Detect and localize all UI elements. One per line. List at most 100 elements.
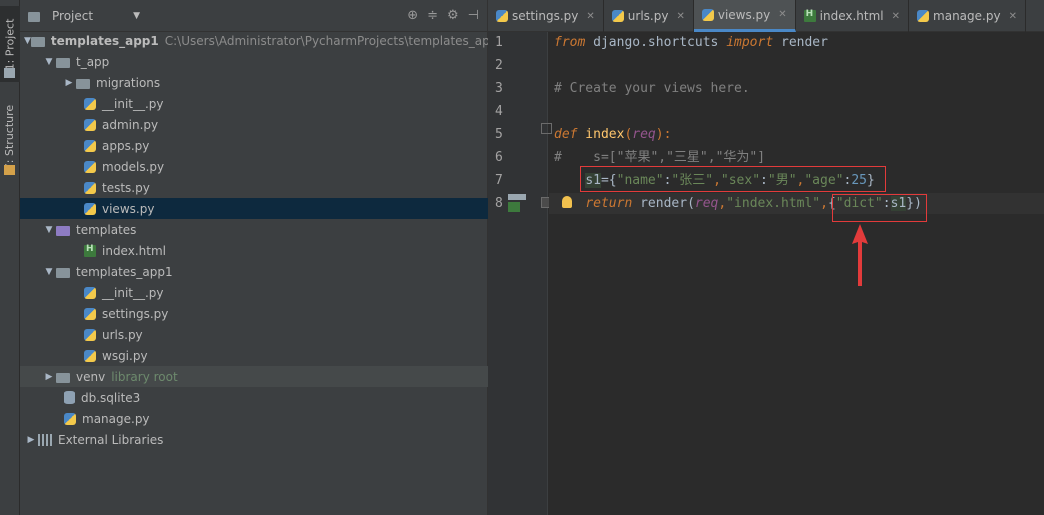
close-icon[interactable]: ✕ [586, 11, 594, 22]
chevron-down-icon[interactable]: ▼ [133, 11, 140, 21]
python-file-icon [496, 10, 508, 22]
tree-item-pkg-init[interactable]: __init__.py [20, 282, 488, 303]
expand-arrow-icon[interactable]: ▼ [42, 225, 56, 235]
expand-arrow-icon[interactable]: ▼ [24, 36, 31, 46]
tree-item-wsgi[interactable]: wsgi.py [20, 345, 488, 366]
folder-icon [56, 267, 70, 278]
tab-index-html[interactable]: index.html ✕ [796, 0, 910, 32]
module-name: django.shortcuts [585, 35, 727, 50]
tree-item-label: External Libraries [58, 432, 164, 447]
tree-item-t_app-init[interactable]: __init__.py [20, 93, 488, 114]
tree-item-templates_app1-pkg[interactable]: ▼ templates_app1 [20, 261, 488, 282]
project-tool-icon [4, 68, 15, 78]
library-icon [38, 433, 52, 446]
tree-item-label: venv [76, 369, 106, 384]
expand-arrow-icon[interactable]: ▼ [42, 267, 56, 277]
project-panel-header: Project ▼ ⊕ ≑ ⚙ ⊣ [20, 0, 487, 32]
python-file-icon [84, 307, 96, 320]
python-file-icon [84, 118, 96, 131]
comment: # s=["苹果","三星","华为"] [554, 150, 766, 165]
tree-item-path: C:\Users\Administrator\PycharmProjects\t… [164, 33, 498, 48]
string: "index.html" [726, 196, 821, 211]
expand-arrow-icon[interactable]: ▶ [24, 435, 38, 445]
close-icon[interactable]: ✕ [676, 11, 684, 22]
tab-label: settings.py [512, 9, 579, 23]
tree-item-label: templates_app1 [76, 264, 173, 279]
hide-panel-icon[interactable]: ⊣ [468, 8, 479, 23]
tree-item-label: templates_app1 [50, 33, 159, 48]
editor-area: settings.py ✕ urls.py ✕ views.py ✕ index… [488, 0, 1044, 515]
expand-arrow-icon[interactable]: ▼ [42, 57, 56, 67]
tree-item-migrations[interactable]: ▶ migrations [20, 72, 488, 93]
structure-tool-tab-label: 7: Structure [3, 104, 17, 170]
tree-item-templates_app1-root[interactable]: ▼ templates_app1 C:\Users\Administrator\… [20, 30, 497, 51]
tree-item-label: apps.py [102, 138, 150, 153]
expand-arrow-icon[interactable]: ▶ [62, 78, 76, 88]
tree-item-models[interactable]: models.py [20, 156, 488, 177]
collapse-all-icon[interactable]: ≑ [427, 8, 438, 23]
annotation-arrow [852, 224, 868, 286]
tree-item-views[interactable]: views.py [20, 198, 488, 219]
folder-icon [56, 225, 70, 236]
intention-bulb-icon[interactable] [562, 196, 572, 208]
tool-window-strip: 1: Project 7: Structure [0, 0, 20, 515]
annotation-box-line7 [580, 166, 886, 192]
tab-settings[interactable]: settings.py ✕ [488, 0, 604, 32]
database-file-icon [64, 391, 75, 404]
keyword-return: return [585, 196, 633, 211]
code-line-5[interactable]: def index(req): [554, 124, 671, 145]
tab-label: urls.py [627, 9, 669, 23]
line-number: 1 [495, 35, 503, 50]
python-file-icon [84, 286, 96, 299]
tree-item-apps[interactable]: apps.py [20, 135, 488, 156]
project-panel-toolbar: ⊕ ≑ ⚙ ⊣ [407, 8, 479, 23]
tree-item-external-libraries[interactable]: ▶ External Libraries [20, 429, 488, 450]
tree-item-venv[interactable]: ▶ venv library root [20, 366, 488, 387]
code-line-1[interactable]: from django.shortcuts import render [554, 32, 828, 53]
tab-views[interactable]: views.py ✕ [693, 0, 796, 32]
python-file-icon [84, 139, 96, 152]
tree-item-label: db.sqlite3 [81, 390, 141, 405]
tree-item-templates[interactable]: ▼ templates [20, 219, 488, 240]
tree-item-t_app[interactable]: ▼ t_app [20, 51, 488, 72]
python-file-icon [84, 181, 96, 194]
tab-urls[interactable]: urls.py ✕ [604, 0, 694, 32]
tree-item-db[interactable]: db.sqlite3 [20, 387, 488, 408]
line-number: 7 [495, 173, 503, 188]
gear-icon[interactable]: ⚙ [447, 8, 459, 23]
project-panel: Project ▼ ⊕ ≑ ⚙ ⊣ ▼ templates_app1 C:\Us… [20, 0, 497, 515]
tree-item-urls[interactable]: urls.py [20, 324, 488, 345]
tree-item-label: migrations [96, 75, 161, 90]
line-number: 4 [495, 104, 503, 119]
code-line-3[interactable]: # Create your views here. [554, 78, 750, 99]
project-view-selector[interactable]: Project [52, 9, 93, 23]
scroll-from-source-icon[interactable]: ⊕ [407, 8, 418, 23]
tree-item-manage[interactable]: manage.py [20, 408, 488, 429]
code-line-6[interactable]: # s=["苹果","三星","华为"] [554, 147, 765, 168]
comment: # Create your views here. [554, 81, 750, 96]
tree-item-label: __init__.py [102, 285, 164, 300]
html-file-icon [84, 244, 96, 257]
keyword-from: from [554, 35, 586, 50]
tree-item-label: urls.py [102, 327, 143, 342]
tree-item-label: t_app [76, 54, 110, 69]
function-name: index [577, 127, 625, 142]
close-icon[interactable]: ✕ [892, 11, 900, 22]
folder-icon [56, 57, 70, 68]
tree-item-admin[interactable]: admin.py [20, 114, 488, 135]
tree-item-tests[interactable]: tests.py [20, 177, 488, 198]
line-number-gutter[interactable]: 1 2 3 4 5 6 7 8 [488, 32, 552, 515]
html-file-icon [803, 9, 816, 22]
close-icon[interactable]: ✕ [1009, 11, 1017, 22]
tree-item-settings[interactable]: settings.py [20, 303, 488, 324]
html-template-gutter-icon[interactable] [508, 194, 530, 214]
expand-arrow-icon[interactable]: ▶ [42, 372, 56, 382]
line-number: 3 [495, 81, 503, 96]
tree-item-label: templates [76, 222, 137, 237]
fold-marker-icon[interactable] [541, 123, 552, 134]
tree-item-label: index.html [102, 243, 166, 258]
close-icon[interactable]: ✕ [778, 9, 786, 20]
structure-tool-icon [4, 165, 15, 175]
tab-manage[interactable]: manage.py ✕ [909, 0, 1026, 32]
tree-item-index-html[interactable]: index.html [20, 240, 488, 261]
